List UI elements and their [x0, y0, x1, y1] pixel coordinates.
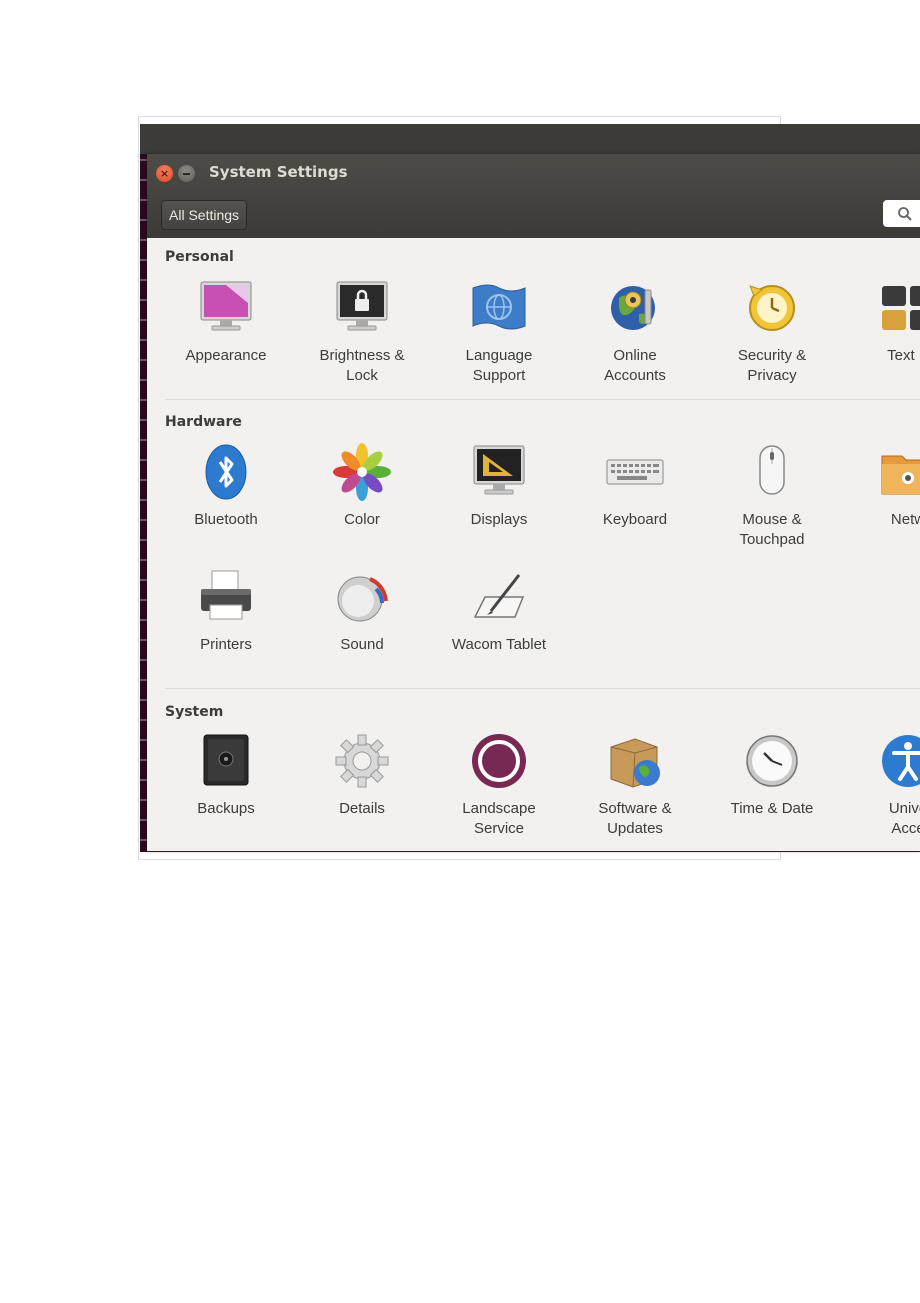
software-updates-item[interactable]: Software & Updates [570, 731, 700, 839]
landscape-service-label: Landscape Service [462, 800, 536, 837]
bluetooth-label: Bluetooth [194, 511, 258, 528]
details-item[interactable]: Details [297, 731, 427, 819]
window-title: System Settings [209, 163, 348, 181]
all-settings-button[interactable]: All Settings [161, 200, 248, 230]
bluetooth-item[interactable]: Bluetooth [161, 442, 291, 530]
time-date-icon [742, 731, 802, 791]
backups-item[interactable]: Backups [161, 731, 291, 819]
window-titlebar: × System Settings All Settings [147, 154, 920, 238]
brightness-lock-item[interactable]: Brightness & Lock [297, 278, 427, 386]
displays-label: Displays [470, 511, 528, 528]
mouse-touchpad-label: Mouse & Touchpad [739, 511, 805, 548]
section-title-personal: Personal [165, 249, 234, 265]
universal-access-item[interactable]: Unive Acce [843, 731, 920, 839]
time-date-label: Time & Date [730, 800, 814, 817]
settings-panel: Personal Appearance Brightness & Lock La… [147, 238, 920, 851]
keyboard-item[interactable]: Keyboard [570, 442, 700, 530]
backups-label: Backups [197, 800, 255, 817]
section-divider [165, 688, 920, 689]
details-icon [332, 731, 392, 791]
system-settings-window: × System Settings All Settings Personal … [147, 154, 920, 851]
search-icon [898, 207, 912, 221]
keyboard-label: Keyboard [602, 511, 668, 528]
network-label: Netw [890, 511, 920, 528]
security-privacy-label: Security & Privacy [737, 347, 807, 384]
bluetooth-icon [196, 442, 256, 502]
mouse-touchpad-icon [742, 442, 802, 502]
online-accounts-label: Online Accounts [604, 347, 666, 384]
sound-item[interactable]: Sound [297, 567, 427, 655]
appearance-label: Appearance [185, 347, 267, 364]
text-entry-item[interactable]: Text E [843, 278, 920, 366]
details-label: Details [339, 800, 385, 817]
online-accounts-item[interactable]: Online Accounts [570, 278, 700, 386]
universal-access-icon [878, 731, 920, 791]
language-support-icon [469, 278, 529, 338]
displays-icon [469, 442, 529, 502]
desktop-top-panel [140, 124, 920, 154]
keyboard-icon [605, 442, 665, 502]
text-entry-label: Text E [887, 347, 920, 364]
minimize-window-button[interactable] [178, 165, 195, 182]
printers-icon [196, 567, 256, 627]
appearance-item[interactable]: Appearance [161, 278, 291, 366]
close-window-button[interactable]: × [156, 165, 173, 182]
language-support-label: Language Support [465, 347, 533, 384]
displays-item[interactable]: Displays [434, 442, 564, 530]
appearance-icon [196, 278, 256, 338]
printers-item[interactable]: Printers [161, 567, 291, 655]
software-updates-icon [605, 731, 665, 791]
printers-label: Printers [200, 636, 252, 653]
security-privacy-icon [742, 278, 802, 338]
sound-label: Sound [340, 636, 384, 653]
section-divider [165, 399, 920, 400]
backups-icon [196, 731, 256, 791]
landscape-service-icon [469, 731, 529, 791]
search-input[interactable] [883, 200, 920, 227]
sound-icon [332, 567, 392, 627]
network-item[interactable]: Netw [843, 442, 920, 530]
landscape-service-item[interactable]: Landscape Service [434, 731, 564, 839]
mouse-touchpad-item[interactable]: Mouse & Touchpad [707, 442, 837, 550]
color-item[interactable]: Color [297, 442, 427, 530]
color-label: Color [344, 511, 380, 528]
section-title-system: System [165, 704, 224, 720]
universal-access-label: Unive Acce [888, 800, 920, 837]
text-entry-icon [878, 278, 920, 338]
network-icon [878, 442, 920, 502]
wacom-tablet-icon [469, 567, 529, 627]
terminal-behind-window [140, 154, 147, 852]
language-support-item[interactable]: Language Support [434, 278, 564, 386]
time-date-item[interactable]: Time & Date [707, 731, 837, 819]
wacom-tablet-item[interactable]: Wacom Tablet [434, 567, 564, 655]
section-title-hardware: Hardware [165, 414, 242, 430]
color-icon [332, 442, 392, 502]
wacom-tablet-label: Wacom Tablet [451, 636, 547, 653]
brightness-lock-icon [332, 278, 392, 338]
security-privacy-item[interactable]: Security & Privacy [707, 278, 837, 386]
brightness-lock-label: Brightness & Lock [319, 347, 405, 384]
online-accounts-icon [605, 278, 665, 338]
software-updates-label: Software & Updates [598, 800, 672, 837]
